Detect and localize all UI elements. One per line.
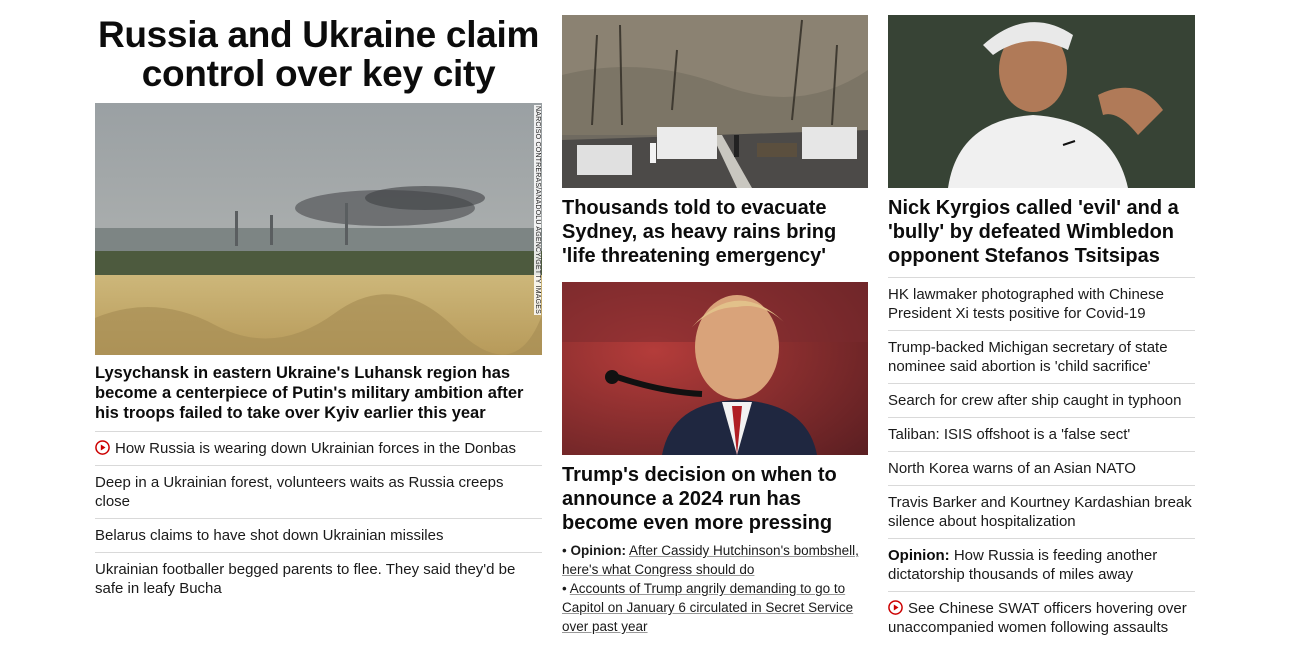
list-item[interactable]: See Chinese SWAT officers hovering over … bbox=[888, 591, 1195, 644]
link-text: North Korea warns of an Asian NATO bbox=[888, 460, 1136, 477]
bullet-item[interactable]: • Opinion: After Cassidy Hutchinson's bo… bbox=[562, 541, 868, 579]
kyrgios-headline[interactable]: Nick Kyrgios called 'evil' and a 'bully'… bbox=[888, 196, 1195, 268]
flood-image[interactable] bbox=[562, 15, 868, 188]
link-text: Trump-backed Michigan secretary of state… bbox=[888, 339, 1168, 375]
middle-column: Thousands told to evacuate Sydney, as he… bbox=[562, 15, 868, 636]
latest-links: HK lawmaker photographed with Chinese Pr… bbox=[888, 277, 1195, 644]
link-text: Ukrainian footballer begged parents to f… bbox=[95, 561, 516, 597]
link-text: HK lawmaker photographed with Chinese Pr… bbox=[888, 286, 1164, 322]
opinion-label: Opinion: bbox=[888, 547, 950, 564]
list-item[interactable]: North Korea warns of an Asian NATO bbox=[888, 451, 1195, 485]
list-item[interactable]: Opinion: How Russia is feeding another d… bbox=[888, 538, 1195, 591]
trump-image[interactable] bbox=[562, 282, 868, 455]
lead-story-summary[interactable]: Lysychansk in eastern Ukraine's Luhansk … bbox=[95, 363, 542, 423]
link-text: Belarus claims to have shot down Ukraini… bbox=[95, 527, 444, 544]
bullet-mark: • bbox=[562, 581, 567, 596]
list-item[interactable]: Belarus claims to have shot down Ukraini… bbox=[95, 518, 542, 552]
trump-bullets: • Opinion: After Cassidy Hutchinson's bo… bbox=[562, 541, 868, 636]
bullet-text: Accounts of Trump angrily demanding to g… bbox=[562, 581, 854, 634]
right-column: Nick Kyrgios called 'evil' and a 'bully'… bbox=[888, 15, 1195, 644]
lead-story-column: Russia and Ukraine claim control over ke… bbox=[95, 15, 542, 605]
evacuation-headline[interactable]: Thousands told to evacuate Sydney, as he… bbox=[562, 196, 868, 268]
image-credit: NARCISO CONTRERAS/ANADOLU AGENCY/GETTY I… bbox=[534, 105, 541, 316]
trump-headline[interactable]: Trump's decision on when to announce a 2… bbox=[562, 463, 868, 535]
related-links: How Russia is wearing down Ukrainian for… bbox=[95, 431, 542, 605]
list-item[interactable]: Deep in a Ukrainian forest, volunteers w… bbox=[95, 465, 542, 518]
play-icon bbox=[888, 600, 903, 615]
kyrgios-image[interactable] bbox=[888, 15, 1195, 188]
list-item[interactable]: Ukrainian footballer begged parents to f… bbox=[95, 552, 542, 605]
link-text: See Chinese SWAT officers hovering over … bbox=[888, 600, 1187, 636]
list-item[interactable]: How Russia is wearing down Ukrainian for… bbox=[95, 431, 542, 465]
list-item[interactable]: Search for crew after ship caught in typ… bbox=[888, 383, 1195, 417]
play-icon bbox=[95, 440, 110, 455]
link-text: Deep in a Ukrainian forest, volunteers w… bbox=[95, 474, 504, 510]
list-item[interactable]: Taliban: ISIS offshoot is a 'false sect' bbox=[888, 417, 1195, 451]
lead-story-title[interactable]: Russia and Ukraine claim control over ke… bbox=[95, 15, 542, 93]
bullet-item[interactable]: • Accounts of Trump angrily demanding to… bbox=[562, 579, 868, 636]
link-text: Travis Barker and Kourtney Kardashian br… bbox=[888, 494, 1192, 530]
link-text: Search for crew after ship caught in typ… bbox=[888, 392, 1182, 409]
list-item[interactable]: HK lawmaker photographed with Chinese Pr… bbox=[888, 277, 1195, 330]
link-text: How Russia is wearing down Ukrainian for… bbox=[115, 440, 517, 457]
list-item[interactable]: Trump-backed Michigan secretary of state… bbox=[888, 330, 1195, 383]
lead-story-image[interactable]: NARCISO CONTRERAS/ANADOLU AGENCY/GETTY I… bbox=[95, 103, 542, 355]
link-text: Taliban: ISIS offshoot is a 'false sect' bbox=[888, 426, 1131, 443]
opinion-label: Opinion: bbox=[570, 543, 626, 558]
list-item[interactable]: Travis Barker and Kourtney Kardashian br… bbox=[888, 485, 1195, 538]
bullet-mark: • bbox=[562, 543, 567, 558]
